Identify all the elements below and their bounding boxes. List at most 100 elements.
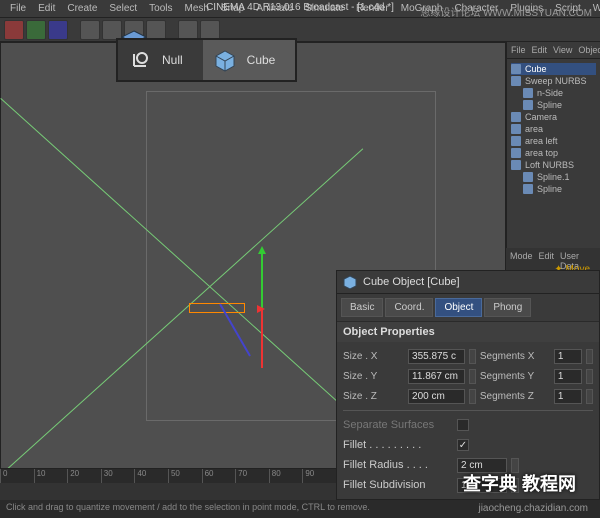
tool-button[interactable] bbox=[178, 20, 198, 40]
primitive-popup: Null Cube bbox=[116, 38, 297, 82]
tree-item-label: Spline bbox=[537, 184, 562, 194]
watermark-text: jiaocheng.chazidian.com bbox=[478, 503, 588, 514]
segments-z-input[interactable]: 1 bbox=[554, 389, 582, 404]
mode-tab[interactable]: Edit bbox=[539, 251, 555, 271]
window-title: CINEMA 4D R13.016 Broadcast - [1.c4d *] bbox=[206, 2, 394, 13]
size-y-input[interactable]: 11.867 cm bbox=[408, 369, 464, 384]
timeline-tick: 80 bbox=[269, 469, 303, 483]
axis-y-button[interactable] bbox=[26, 20, 46, 40]
tree-item[interactable]: Spline bbox=[511, 183, 596, 195]
attr-tab-phong[interactable]: Phong bbox=[484, 298, 531, 317]
tree-item-label: Spline bbox=[537, 100, 562, 110]
tree-item-label: Sweep NURBS bbox=[525, 76, 587, 86]
menu-item[interactable]: File bbox=[4, 3, 32, 14]
cube-icon bbox=[343, 275, 357, 289]
spinner[interactable] bbox=[586, 389, 593, 404]
menu-item-label: Null bbox=[162, 53, 183, 67]
field-label: Fillet . . . . . . . . . bbox=[343, 439, 453, 451]
timeline-tick: 90 bbox=[302, 469, 336, 483]
attr-tabs: BasicCoord.ObjectPhong bbox=[337, 294, 599, 322]
attr-header: Cube Object [Cube] bbox=[337, 271, 599, 294]
tree-item[interactable]: Camera bbox=[511, 111, 596, 123]
timeline[interactable]: 0102030405060708090 bbox=[0, 468, 336, 500]
attr-tab-basic[interactable]: Basic bbox=[341, 298, 383, 317]
object-icon bbox=[511, 76, 521, 86]
mode-tab[interactable]: Mode bbox=[510, 251, 533, 271]
axis-z-button[interactable] bbox=[48, 20, 68, 40]
tree-item[interactable]: area left bbox=[511, 135, 596, 147]
y-axis-handle[interactable] bbox=[261, 248, 263, 308]
timeline-tick: 0 bbox=[0, 469, 34, 483]
null-menu-item[interactable]: Null bbox=[118, 40, 203, 80]
timeline-tick: 40 bbox=[134, 469, 168, 483]
tree-item-label: area left bbox=[525, 136, 558, 146]
tree-item-label: Cube bbox=[525, 64, 547, 74]
null-icon bbox=[126, 46, 154, 74]
object-icon bbox=[523, 172, 533, 182]
tool-button[interactable] bbox=[200, 20, 220, 40]
menu-item-label: Cube bbox=[247, 53, 276, 67]
field-label: Size . Z bbox=[343, 391, 404, 402]
timeline-tick: 20 bbox=[67, 469, 101, 483]
tree-item[interactable]: Loft NURBS bbox=[511, 159, 596, 171]
attr-tab-coord[interactable]: Coord. bbox=[385, 298, 433, 317]
menu-item[interactable]: Edit bbox=[32, 3, 61, 14]
attr-tab-object[interactable]: Object bbox=[435, 298, 482, 317]
watermark-text: 思缘设计论坛 WWW.MISSYUAN.COM bbox=[420, 4, 592, 19]
tree-item[interactable]: Cube bbox=[511, 63, 596, 75]
tree-item[interactable]: n-Side bbox=[511, 87, 596, 99]
panel-menu-item[interactable]: Object bbox=[578, 45, 600, 55]
tree-item[interactable]: Spline bbox=[511, 99, 596, 111]
menu-item[interactable]: Create bbox=[61, 3, 103, 14]
spinner[interactable] bbox=[469, 349, 476, 364]
field-label: Segments X bbox=[480, 351, 550, 362]
field-label: Segments Y bbox=[480, 371, 550, 382]
axis-x-button[interactable] bbox=[4, 20, 24, 40]
tree-item[interactable]: area bbox=[511, 123, 596, 135]
tree-item-label: Spline.1 bbox=[537, 172, 570, 182]
watermark-text: 查字典 教程网 bbox=[463, 470, 576, 496]
segments-x-input[interactable]: 1 bbox=[554, 349, 582, 364]
tree-item-label: area top bbox=[525, 148, 558, 158]
field-label: Fillet Subdivision bbox=[343, 479, 453, 491]
cube-menu-item[interactable]: Cube bbox=[203, 40, 296, 80]
field-label: Separate Surfaces bbox=[343, 419, 453, 431]
object-icon bbox=[511, 148, 521, 158]
tree-item[interactable]: area top bbox=[511, 147, 596, 159]
toolbar bbox=[0, 18, 600, 42]
tree-item-label: Loft NURBS bbox=[525, 160, 574, 170]
cube-icon bbox=[211, 46, 239, 74]
object-icon bbox=[523, 88, 533, 98]
tree-item[interactable]: Spline.1 bbox=[511, 171, 596, 183]
spinner[interactable] bbox=[586, 369, 593, 384]
timeline-tick: 70 bbox=[235, 469, 269, 483]
spinner[interactable] bbox=[586, 349, 593, 364]
object-icon bbox=[511, 160, 521, 170]
timeline-tick: 30 bbox=[101, 469, 135, 483]
timeline-tick: 50 bbox=[168, 469, 202, 483]
segments-y-input[interactable]: 1 bbox=[554, 369, 582, 384]
fillet-checkbox[interactable] bbox=[457, 439, 469, 451]
attribute-manager: Cube Object [Cube] BasicCoord.ObjectPhon… bbox=[336, 270, 600, 500]
size-x-input[interactable]: 355.875 c bbox=[408, 349, 464, 364]
object-icon bbox=[511, 124, 521, 134]
section-title: Object Properties bbox=[337, 322, 599, 342]
selected-object-box[interactable] bbox=[189, 303, 245, 313]
menu-item[interactable]: Tools bbox=[143, 3, 178, 14]
timeline-tick: 60 bbox=[202, 469, 236, 483]
spinner[interactable] bbox=[469, 369, 476, 384]
panel-menu-item[interactable]: Edit bbox=[532, 45, 548, 55]
tool-button[interactable] bbox=[80, 20, 100, 40]
panel-menu-item[interactable]: View bbox=[553, 45, 572, 55]
menu-item[interactable]: Select bbox=[103, 3, 143, 14]
panel-menu-item[interactable]: File bbox=[511, 45, 526, 55]
tree-item-label: Camera bbox=[525, 112, 557, 122]
object-icon bbox=[523, 100, 533, 110]
size-z-input[interactable]: 200 cm bbox=[408, 389, 464, 404]
spinner[interactable] bbox=[469, 389, 476, 404]
timeline-tick: 10 bbox=[34, 469, 68, 483]
object-icon bbox=[523, 184, 533, 194]
tree-item[interactable]: Sweep NURBS bbox=[511, 75, 596, 87]
x-axis-handle[interactable] bbox=[261, 308, 263, 368]
field-label: Size . Y bbox=[343, 371, 404, 382]
